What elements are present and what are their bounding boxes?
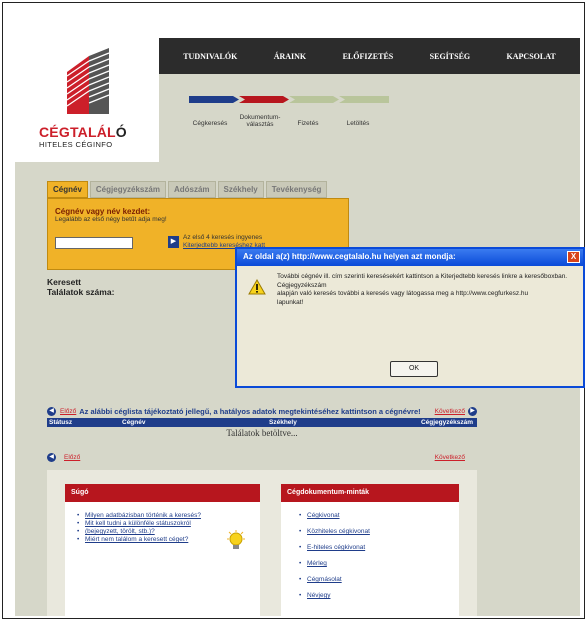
brand-name: CÉGTALÁLÓ bbox=[39, 124, 127, 140]
free-search-note: Az első 4 keresés ingyenes bbox=[183, 234, 263, 241]
tab-cegnev[interactable]: Cégnév bbox=[47, 181, 88, 198]
dialog-message-line: További cégnév ill. cím szerinti keresés… bbox=[277, 273, 568, 280]
nav-item-segitseg[interactable]: SEGÍTSÉG bbox=[430, 52, 470, 61]
prev-link-bottom[interactable]: Előző bbox=[64, 454, 80, 461]
tab-adoszam[interactable]: Adószám bbox=[167, 181, 216, 198]
lightbulb-icon bbox=[227, 530, 245, 549]
step-label-search: Cégkeresés bbox=[192, 120, 228, 127]
results-bottom-nav: ◀ Előző Következő bbox=[47, 452, 477, 464]
help-item[interactable]: Mit kell tudni a különféle státuszokról bbox=[77, 520, 260, 528]
next-link[interactable]: Következő bbox=[435, 408, 465, 415]
ok-button[interactable]: OK bbox=[390, 361, 438, 377]
dialog-message-line: alapján való keresés további a keresés v… bbox=[277, 290, 529, 297]
step-label-payment: Fizetés bbox=[297, 120, 319, 127]
prev-link[interactable]: Előző bbox=[60, 408, 76, 415]
document-item[interactable]: Cégmásolat bbox=[299, 576, 459, 584]
step-label-documents: Dokumentum- választás bbox=[239, 114, 281, 128]
search-input[interactable] bbox=[55, 237, 133, 249]
help-box: Súgó Milyen adatbázisban történik a kere… bbox=[65, 484, 260, 616]
col-seat: Székhely bbox=[269, 419, 297, 426]
search-tabs: Cégnév Cégjegyzékszám Adószám Székhely T… bbox=[47, 181, 329, 198]
tab-cegjegyzekszam[interactable]: Cégjegyzékszám bbox=[89, 181, 166, 198]
brand-tagline: HITELES CÉGINFO bbox=[39, 140, 113, 149]
top-nav: TUDNIVALÓK ÁRAINK ELŐFIZETÉS SEGÍTSÉG KA… bbox=[159, 38, 580, 74]
document-item[interactable]: Cégkivonat bbox=[299, 512, 459, 520]
process-steps: Cégkeresés Dokumentum- választás Fizetés… bbox=[159, 74, 580, 162]
bottom-info-area: Súgó Milyen adatbázisban történik a kere… bbox=[47, 470, 477, 616]
col-company-name: Cégnév bbox=[122, 419, 146, 426]
search-go-button[interactable]: ▶ bbox=[168, 236, 179, 248]
nav-item-tudnivalok[interactable]: TUDNIVALÓK bbox=[183, 52, 237, 61]
document-item[interactable]: Névjegy bbox=[299, 592, 459, 600]
results-label: Keresett bbox=[47, 277, 82, 287]
building-logo-icon bbox=[66, 48, 110, 114]
next-link-bottom[interactable]: Következő bbox=[435, 454, 465, 461]
step-label-download: Letöltés bbox=[346, 120, 370, 127]
next-arrow-icon[interactable]: ▶ bbox=[468, 406, 477, 416]
warning-icon bbox=[248, 279, 266, 295]
alert-dialog: Az oldal a(z) http://www.cegtalalo.hu he… bbox=[235, 247, 585, 388]
col-registry-number: Cégjegyzékszám bbox=[420, 419, 473, 426]
step-bar-documents bbox=[239, 96, 289, 103]
nav-item-araink[interactable]: ÁRAINK bbox=[274, 52, 306, 61]
results-info-row: ◀ Előző Az alábbi céglista tájékoztató j… bbox=[47, 405, 477, 417]
dialog-message-line: Cégjegyzékszám bbox=[277, 281, 327, 289]
search-title: Cégnév vagy név kezdet: bbox=[55, 207, 151, 216]
document-item[interactable]: Mérleg bbox=[299, 560, 459, 568]
step-bar-search bbox=[189, 96, 239, 103]
documents-list: Cégkivonat Közhiteles cégkivonat E-hitel… bbox=[281, 502, 459, 600]
dialog-message-line: lapunkat! bbox=[277, 298, 304, 306]
nav-item-kapcsolat[interactable]: KAPCSOLAT bbox=[507, 52, 556, 61]
search-hint: Legalább az első négy betűt adja meg! bbox=[55, 216, 167, 223]
prev-arrow-icon[interactable]: ◀ bbox=[47, 406, 56, 416]
help-box-title: Súgó bbox=[65, 484, 260, 502]
loading-text: Találatok betöltve... bbox=[226, 428, 298, 438]
results-count-label: Találatok száma: bbox=[47, 287, 115, 297]
logo[interactable]: CÉGTALÁLÓ HITELES CÉGINFO bbox=[15, 38, 159, 162]
documents-box: Cégdokumentum-minták Cégkivonat Közhitel… bbox=[281, 484, 459, 616]
help-item[interactable]: Milyen adatbázisban történik a keresés? bbox=[77, 512, 260, 520]
results-table-header: Státusz Cégnév Székhely Cégjegyzékszám bbox=[47, 418, 477, 427]
documents-box-title: Cégdokumentum-minták bbox=[281, 484, 459, 502]
step-bar-payment bbox=[289, 96, 339, 103]
document-item[interactable]: Közhiteles cégkivonat bbox=[299, 528, 459, 536]
prev-arrow-icon-bottom[interactable]: ◀ bbox=[47, 453, 56, 462]
col-status: Státusz bbox=[49, 419, 73, 426]
step-bar-download bbox=[339, 96, 389, 103]
dialog-message: További cégnév ill. cím szerinti keresés… bbox=[277, 273, 577, 307]
dialog-title: Az oldal a(z) http://www.cegtalalo.hu he… bbox=[237, 249, 583, 266]
screenshot-frame: CÉGTALÁLÓ HITELES CÉGINFO TUDNIVALÓK ÁRA… bbox=[2, 2, 585, 619]
close-icon[interactable]: X bbox=[567, 251, 580, 263]
tab-tevekenyseg[interactable]: Tevékenység bbox=[265, 181, 328, 198]
nav-item-elofizetes[interactable]: ELŐFIZETÉS bbox=[343, 52, 394, 61]
tab-szekhely[interactable]: Székhely bbox=[217, 181, 264, 198]
document-item[interactable]: E-hiteles cégkivonat bbox=[299, 544, 459, 552]
results-info-text: Az alábbi céglista tájékoztató jellegű, … bbox=[79, 406, 421, 416]
